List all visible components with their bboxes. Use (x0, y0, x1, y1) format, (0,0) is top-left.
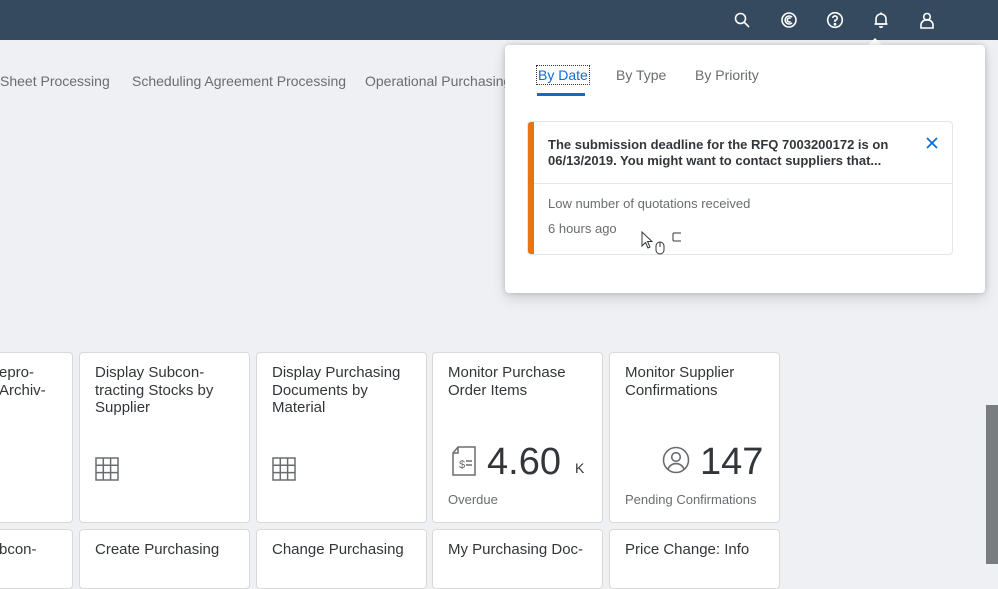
notification-description: Low number of quotations received (548, 196, 751, 211)
tile-my-purchasing-document-items[interactable]: My Purchasing Doc- (432, 529, 603, 589)
tile-footer: Pending Confirmations (625, 492, 757, 507)
tab-by-priority[interactable]: By Priority (695, 67, 759, 83)
tile-title: Display Subcon- tracting Stocks by Suppl… (95, 364, 214, 416)
tab-by-type[interactable]: By Type (616, 67, 666, 83)
kpi-value: 147 (700, 441, 764, 483)
user-icon[interactable] (916, 9, 938, 31)
kpi-unit: K (575, 460, 585, 476)
table-icon (95, 457, 119, 481)
tile-title: Monitor Purchase Order Items (448, 364, 566, 399)
tile-price-change-info-records[interactable]: Price Change: Info (609, 529, 780, 589)
table-icon (272, 457, 296, 481)
tile-footer: Overdue (448, 492, 498, 507)
help-icon[interactable] (824, 9, 846, 31)
kpi-value: 4.60 (487, 441, 561, 483)
tile-title: epro- Archiv- (0, 364, 46, 399)
tile-title: Change Purchasing (272, 541, 404, 558)
tile-monitor-purchase-order-items[interactable]: Monitor Purchase Order Items $ 4.60 K Ov… (432, 352, 603, 523)
search-icon[interactable] (731, 9, 753, 31)
mouse-cursor-icon (641, 231, 681, 255)
notification-item[interactable]: The submission deadline for the RFQ 7003… (527, 121, 953, 255)
tile-title: Display Purchasing Documents by Material (272, 364, 401, 416)
notification-timestamp: 6 hours ago (548, 221, 617, 236)
priority-indicator (528, 122, 534, 254)
divider (534, 183, 952, 184)
tile-change-purchasing-info-record[interactable]: Change Purchasing (256, 529, 427, 589)
tile-title: Monitor Supplier Confirmations (625, 364, 735, 399)
scrollbar-thumb[interactable] (986, 405, 998, 564)
tab-operational-purchasing[interactable]: Operational Purchasing (365, 73, 511, 89)
notification-title: The submission deadline for the RFQ 7003… (548, 137, 889, 168)
active-tab-indicator (537, 93, 585, 96)
tile-display-subcontracting-stocks[interactable]: Display Subcon- tracting Stocks by Suppl… (79, 352, 250, 523)
svg-text:$: $ (459, 459, 465, 471)
notifications-icon[interactable] (870, 9, 892, 31)
person-icon (662, 446, 690, 474)
tile-display-purchasing-documents[interactable]: Display Purchasing Documents by Material (256, 352, 427, 523)
close-icon[interactable] (924, 135, 940, 151)
tile-subcon[interactable]: bcon- (0, 529, 73, 589)
tab-by-date[interactable]: By Date (536, 65, 590, 85)
tile-create-purchasing-info-record[interactable]: Create Purchasing (79, 529, 250, 589)
tile-archive[interactable]: epro- Archiv- (0, 352, 73, 523)
tile-title: bcon- (0, 541, 37, 558)
shell-bar (0, 0, 998, 40)
tab-sheet-processing[interactable]: Sheet Processing (0, 73, 110, 89)
tile-monitor-supplier-confirmations[interactable]: Monitor Supplier Confirmations 147 Pendi… (609, 352, 780, 523)
tab-scheduling-agreement-processing[interactable]: Scheduling Agreement Processing (132, 73, 346, 89)
tile-title: My Purchasing Doc- (448, 541, 584, 558)
tile-title: Create Purchasing (95, 541, 220, 558)
invoice-icon: $ (452, 446, 476, 476)
tile-title: Price Change: Info (625, 541, 750, 558)
copilot-icon[interactable] (778, 9, 800, 31)
